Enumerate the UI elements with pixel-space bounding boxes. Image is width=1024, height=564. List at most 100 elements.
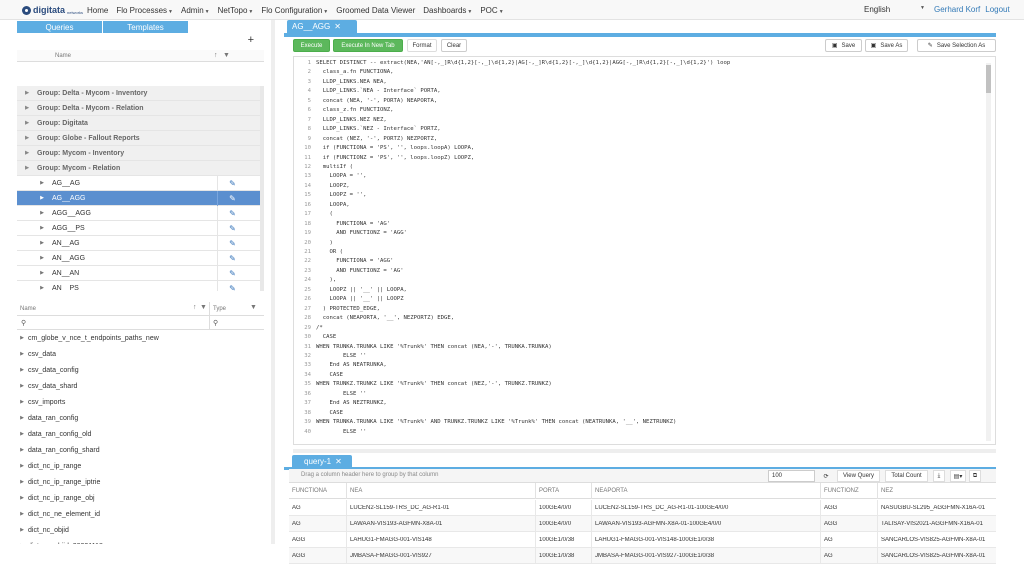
result-row[interactable]: AG LUCEN2-SL159-TRS_DC_AG-R1-01 100GE4/0/0… [289,500,996,516]
result-cell[interactable]: LAWAAN-VIS193-AGFMN-X8A-01-100GE4/0/0 [595,521,818,527]
tree-item-row[interactable]: ▶ AN__AN ✎ [17,265,264,281]
result-cell[interactable]: 100GE4/0/0 [539,521,589,527]
nav-item-flo-processes[interactable]: Flo Processes▼ [116,6,173,15]
expand-arrow-icon[interactable]: ▶ [17,225,52,231]
result-row[interactable]: AG LAWAAN-VIS193-AGFMN-X8A-01 100GE4/0/0 LA… [289,516,996,532]
tables-filter-icon[interactable]: ▼ [200,304,207,311]
panel-divider[interactable] [293,449,996,453]
result-cell[interactable]: JMBASA-FMAGG-001-VIS927 [350,553,533,559]
save-as-button[interactable]: ▣ Save As [865,39,908,52]
tree-item-row[interactable]: ▶ AG__AGG ✎ [17,190,264,206]
sql-editor[interactable]: 1 2 3 4 5 6 7 8 9 10 11 12 13 14 15 16 17 18 19 20 21 22 23 24 2… [293,56,996,445]
expand-arrow-icon[interactable]: ▶ [17,240,52,246]
expand-arrow-icon[interactable]: ▶ [17,135,37,141]
page-size-input[interactable]: 100 [768,470,815,482]
close-icon[interactable]: ✕ [334,22,341,31]
column-divider[interactable] [591,483,592,499]
expand-arrow-icon[interactable]: ▶ [17,105,37,111]
results-tab[interactable]: query-1 ✕ [292,455,352,467]
scrollbar-thumb[interactable] [986,65,991,93]
view-query-button[interactable]: View Query [837,470,880,482]
filter-icon[interactable]: ▼ [223,52,230,59]
expand-arrow-icon[interactable]: ▶ [17,511,28,517]
type-search-icon[interactable]: ⚲ [213,319,218,327]
language-caret-icon[interactable]: ▼ [920,5,925,11]
column-header[interactable]: FUNCTIONA [292,488,327,494]
tree-item-row[interactable]: ▶ AN__PS ✎ [17,280,264,291]
result-cell[interactable]: 100GE1/0/38 [539,537,589,543]
clear-button[interactable]: Clear [441,39,467,52]
expand-arrow-icon[interactable]: ▶ [17,415,28,421]
table-list-item[interactable]: ▶ csv_data_shard [17,378,264,394]
tree-group-row[interactable]: ▶ Group: Mycom - Inventory [17,146,264,161]
expand-arrow-icon[interactable]: ▶ [17,150,37,156]
expand-arrow-icon[interactable]: ▶ [17,195,52,201]
expand-arrow-icon[interactable]: ▶ [17,335,28,341]
tables-sort-icon[interactable]: ↑ [193,304,197,311]
expand-arrow-icon[interactable]: ▶ [17,180,52,186]
tree-group-row[interactable]: ▶ Group: Globe - Fallout Reports [17,131,264,146]
result-cell[interactable]: LAHUG1-FMAGG-001-VIS148 [350,537,533,543]
tree-group-row[interactable]: ▶ Group: Delta - Mycom - Inventory [17,86,264,101]
execute-button[interactable]: Execute [293,39,330,52]
expand-arrow-icon[interactable]: ▶ [17,463,28,469]
edit-pencil-icon[interactable]: ✎ [217,220,247,236]
expand-arrow-icon[interactable]: ▶ [17,255,52,261]
export-menu-icon[interactable]: ▤▾ [950,470,966,482]
edit-pencil-icon[interactable]: ✎ [217,235,247,251]
type-filter-icon[interactable]: ▼ [250,304,257,311]
group-by-hint[interactable]: Drag a column header here to group by th… [301,472,438,478]
column-header[interactable]: FUNCTIONZ [824,488,859,494]
column-divider[interactable] [346,483,347,499]
nav-item-admin[interactable]: Admin▼ [181,6,210,15]
execute-new-tab-button[interactable]: Execute In New Tab [333,39,403,52]
tree-item-row[interactable]: ▶ AN__AGG ✎ [17,250,264,266]
result-cell[interactable]: AG [824,537,875,543]
result-cell[interactable]: SANCARLOS-VIS825-AGFMN-X8A-01 [881,553,988,559]
tree-header-name[interactable]: Name [55,53,71,59]
tree-group-row[interactable]: ▶ Group: Delta - Mycom - Relation [17,101,264,116]
result-cell[interactable]: AGG [292,537,344,543]
results-close-icon[interactable]: ✕ [335,457,342,466]
column-divider[interactable] [535,483,536,499]
copy-icon[interactable]: ⧉ [969,470,981,482]
column-header[interactable]: NEA [350,488,362,494]
refresh-icon[interactable]: ⟳ [820,470,832,482]
total-count-button[interactable]: Total Count [885,470,928,482]
table-list-item[interactable]: ▶ data_ran_config [17,410,264,426]
editor-scrollbar[interactable] [986,63,991,441]
table-list-item[interactable]: ▶ dict_nc_ip_range_iptrie [17,474,264,490]
result-cell[interactable]: AGG [824,505,875,511]
result-cell[interactable]: TALISAY-VIS2021-AGGFMN-X16A-01 [881,521,988,527]
table-list-item[interactable]: ▶ csv_data [17,346,264,362]
result-cell[interactable]: LUCEN2-SL159-TRS_DC_AG-R1-01-100GE4/0/0 [595,505,818,511]
editor-tab[interactable]: AG__AGG ✕ [287,20,357,33]
nav-item-flo-configuration[interactable]: Flo Configuration▼ [261,6,328,15]
edit-pencil-icon[interactable]: ✎ [217,280,247,291]
result-cell[interactable]: AGG [292,553,344,559]
nav-item-nettopo[interactable]: NetTopo▼ [218,6,254,15]
expand-arrow-icon[interactable]: ▶ [17,383,28,389]
add-query-button[interactable]: + [248,34,254,46]
language-select[interactable]: English [864,5,890,14]
result-cell[interactable]: AG [292,521,344,527]
digitata-logo[interactable]: digitata networks [22,3,83,17]
table-list-item[interactable]: ▶ data_ran_config_old [17,426,264,442]
result-cell[interactable]: LAHUG1-FMAGG-001-VIS148-100GE1/0/38 [595,537,818,543]
result-cell[interactable]: AG [292,505,344,511]
tree-scrollbar[interactable] [260,86,264,291]
nav-item-groomed-data-viewer[interactable]: Groomed Data Viewer [336,6,415,15]
save-button[interactable]: ▣ Save [825,39,862,52]
expand-arrow-icon[interactable]: ▶ [17,351,28,357]
tree-item-row[interactable]: ▶ AGG__PS ✎ [17,220,264,236]
expand-arrow-icon[interactable]: ▶ [17,210,52,216]
expand-arrow-icon[interactable]: ▶ [17,90,37,96]
format-button[interactable]: Format [407,39,437,52]
table-list-item[interactable]: ▶ dict_nc_ne_element_id [17,506,264,522]
expand-arrow-icon[interactable]: ▶ [17,447,28,453]
result-cell[interactable]: 100GE1/0/38 [539,553,589,559]
edit-pencil-icon[interactable]: ✎ [217,250,247,266]
expand-arrow-icon[interactable]: ▶ [17,431,28,437]
table-list-item[interactable]: ▶ dict_nc_ip_range [17,458,264,474]
expand-arrow-icon[interactable]: ▶ [17,270,52,276]
